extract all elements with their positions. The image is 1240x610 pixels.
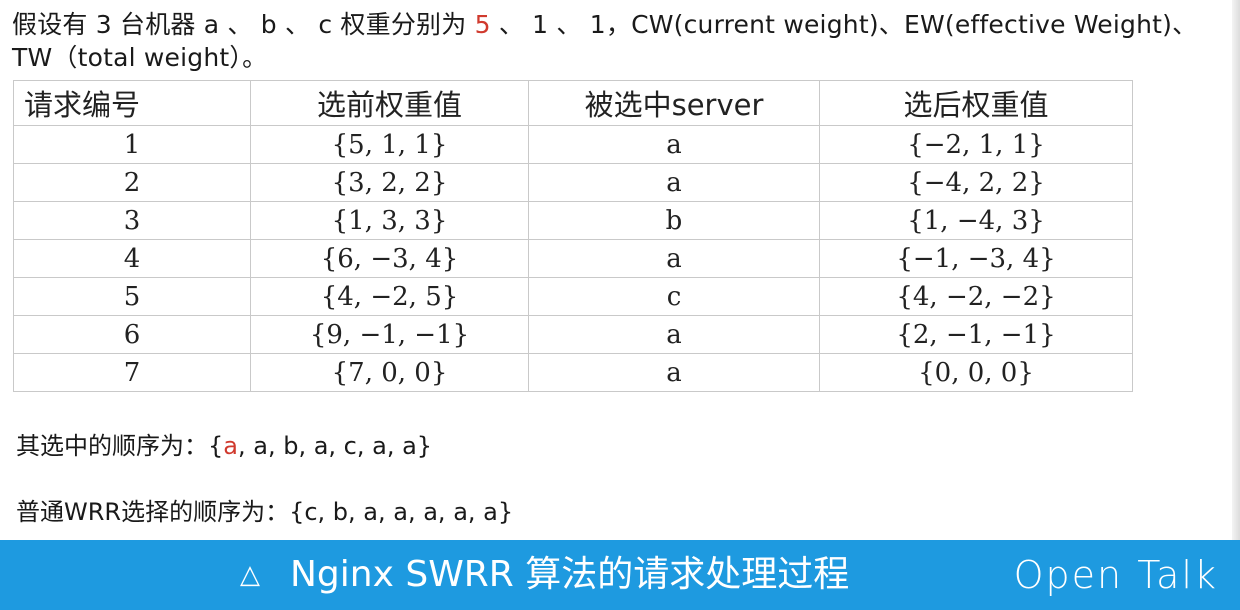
cell-request-number: 5 [13,277,251,316]
cell-weights-after: {−1, −3, 4} [819,239,1133,278]
triangle-icon: △ [240,560,260,590]
cell-weights-after: {4, −2, −2} [819,277,1133,316]
cell-request-number: 2 [13,163,251,202]
swrr-order-prefix: 其选中的顺序为：{ [16,432,224,460]
cell-weights-after: {1, −4, 3} [819,201,1133,240]
swrr-order-text: 其选中的顺序为：{a, a, b, a, c, a, a} [16,431,432,461]
cell-selected-server: b [528,201,820,240]
cell-weights-before: {4, −2, 5} [250,277,529,316]
cell-request-number: 7 [13,353,251,392]
table-row: 2 {3, 2, 2} a {−4, 2, 2} [13,163,1133,202]
table-row: 5 {4, −2, 5} c {4, −2, −2} [13,277,1133,316]
cell-selected-server: a [528,315,820,354]
cell-selected-server: a [528,239,820,278]
cell-selected-server: a [528,353,820,392]
header-request-number: 请求编号 [13,80,251,126]
cell-request-number: 1 [13,125,251,164]
swrr-order-rest: , a, b, a, c, a, a} [238,432,433,460]
table-row: 1 {5, 1, 1} a {−2, 1, 1} [13,125,1133,164]
page-edge-shadow [1232,0,1240,540]
cell-weights-before: {1, 3, 3} [250,201,529,240]
cell-selected-server: a [528,163,820,202]
header-weights-after: 选后权重值 [819,80,1133,126]
cell-weights-after: {−2, 1, 1} [819,125,1133,164]
cell-weights-after: {−4, 2, 2} [819,163,1133,202]
table-header-row: 请求编号 选前权重值 被选中server 选后权重值 [13,80,1133,126]
intro-text-part1: 假设有 3 台机器 a 、 b 、 c 权重分别为 [12,10,475,39]
swrr-order-highlight: a [223,432,238,460]
cell-request-number: 6 [13,315,251,354]
cell-weights-before: {6, −3, 4} [250,239,529,278]
cell-weights-before: {7, 0, 0} [250,353,529,392]
cell-selected-server: c [528,277,820,316]
banner-title-group: △ Nginx SWRR 算法的请求处理过程 [240,540,849,610]
table-row: 3 {1, 3, 3} b {1, −4, 3} [13,201,1133,240]
cell-weights-after: {0, 0, 0} [819,353,1133,392]
header-weights-before: 选前权重值 [250,80,529,126]
bottom-banner: △ Nginx SWRR 算法的请求处理过程 Open Talk [0,540,1240,610]
header-selected-server: 被选中server [528,80,820,126]
wrr-order-text: 普通WRR选择的顺序为：{c, b, a, a, a, a, a} [16,498,514,526]
cell-weights-after: {2, −1, −1} [819,315,1133,354]
intro-highlight-weight: 5 [474,10,491,39]
cell-weights-before: {9, −1, −1} [250,315,529,354]
table-row: 4 {6, −3, 4} a {−1, −3, 4} [13,239,1133,278]
cell-weights-before: {5, 1, 1} [250,125,529,164]
cell-selected-server: a [528,125,820,164]
table-row: 6 {9, −1, −1} a {2, −1, −1} [13,315,1133,354]
cell-request-number: 3 [13,201,251,240]
weight-table: 请求编号 选前权重值 被选中server 选后权重值 1 {5, 1, 1} a… [13,80,1133,392]
cell-weights-before: {3, 2, 2} [250,163,529,202]
banner-title: Nginx SWRR 算法的请求处理过程 [290,554,850,595]
brand-logo: Open Talk [1013,553,1218,597]
table-row: 7 {7, 0, 0} a {0, 0, 0} [13,353,1133,392]
intro-paragraph: 假设有 3 台机器 a 、 b 、 c 权重分别为 5 、 1 、 1，CW(c… [12,8,1227,74]
cell-request-number: 4 [13,239,251,278]
